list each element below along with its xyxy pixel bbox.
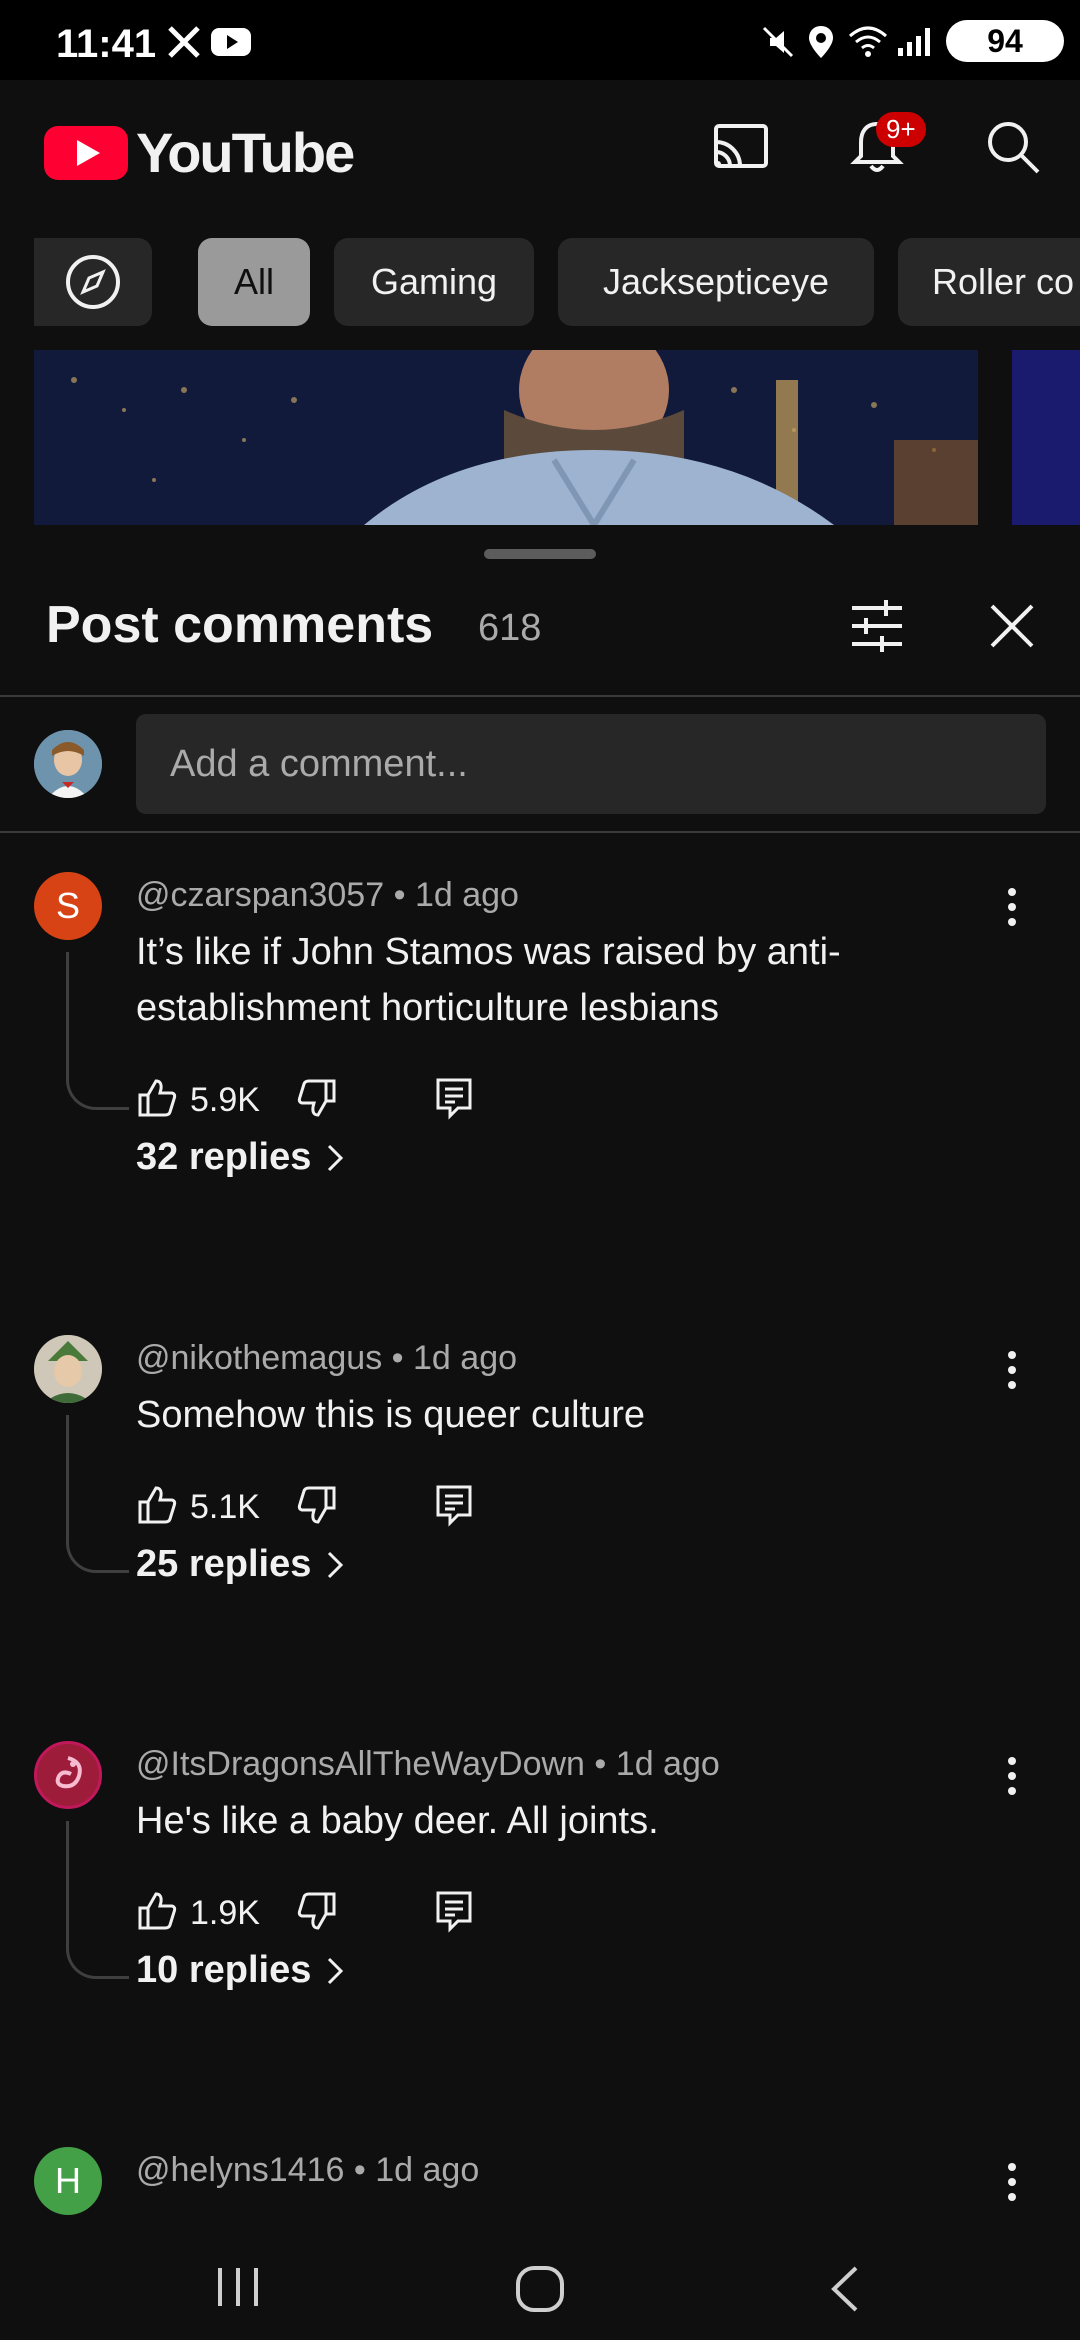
comments-sheet: Post comments 618 S @czarspan3057 • 1d a… — [0, 525, 1080, 2220]
dragon-avatar-icon — [55, 1756, 82, 1789]
thread-line — [66, 1415, 129, 1573]
like-count: 5.1K — [190, 1487, 260, 1526]
chip-roller-coaster[interactable]: Roller co — [898, 238, 1080, 326]
battery-indicator: 94 — [946, 20, 1064, 62]
chevron-right-icon — [328, 1551, 344, 1578]
replies-count: 32 replies — [136, 1136, 312, 1178]
back-icon[interactable] — [826, 2264, 862, 2319]
comment-meta: @nikothemagus • 1d ago — [136, 1339, 518, 1377]
comment-text: Somehow this is queer culture — [136, 1394, 646, 1436]
explore-chip[interactable] — [34, 238, 152, 326]
status-bar: 11:41 94 — [0, 0, 1080, 80]
signal-icon — [896, 24, 936, 65]
comment-count: 618 — [478, 607, 542, 649]
current-user-avatar[interactable] — [34, 730, 102, 798]
replies-count: 25 replies — [136, 1543, 312, 1585]
status-time: 11:41 — [56, 22, 157, 66]
system-nav-bar — [0, 2220, 1080, 2340]
sheet-title: Post comments — [46, 596, 434, 654]
comment-time: 1d ago — [615, 1745, 720, 1783]
like-count: 5.9K — [190, 1080, 260, 1119]
app-header: YouTube 9+ — [0, 80, 1080, 230]
chip-jacksepticeye[interactable]: Jacksepticeye — [558, 238, 874, 326]
comment-time: 1d ago — [375, 2151, 480, 2189]
mute-icon — [760, 24, 796, 65]
location-icon — [806, 24, 836, 65]
comment-meta: @czarspan3057 • 1d ago — [136, 876, 519, 914]
compass-icon — [66, 255, 120, 309]
comment-text: It’s like if John Stamos was raised by a… — [136, 931, 841, 1029]
comment-avatar[interactable] — [34, 1741, 102, 1809]
comment-more-icon[interactable] — [1000, 2157, 1024, 2207]
dislike-icon[interactable] — [296, 1890, 338, 1937]
youtube-notification-icon — [210, 24, 252, 65]
brand-name: YouTube — [136, 121, 355, 184]
comment-actions: 1.9K — [136, 1883, 474, 1943]
like-icon[interactable] — [136, 1484, 178, 1531]
comment-actions: 5.1K — [136, 1477, 474, 1537]
comment-avatar[interactable] — [34, 1335, 102, 1403]
chip-all[interactable]: All — [198, 238, 310, 326]
add-comment-input[interactable] — [136, 714, 1046, 814]
wifi-icon — [848, 24, 888, 65]
comment-avatar[interactable]: S — [34, 872, 102, 940]
reply-icon[interactable] — [434, 1889, 474, 1938]
comment-time: 1d ago — [413, 1339, 518, 1377]
avatar-letter: H — [55, 2160, 81, 2201]
comment-author[interactable]: @ItsDragonsAllTheWayDown — [136, 1745, 585, 1783]
close-icon[interactable] — [986, 600, 1038, 657]
avatar-image — [34, 1335, 102, 1403]
search-icon[interactable] — [982, 116, 1044, 183]
thread-line — [66, 1821, 129, 1979]
replies-count: 10 replies — [136, 1949, 312, 1991]
battery-level: 94 — [987, 22, 1023, 59]
comment-meta: @helyns1416 • 1d ago — [136, 2151, 480, 2189]
comment-author[interactable]: @helyns1416 — [136, 2151, 344, 2189]
comment-actions: 5.9K — [136, 1070, 474, 1130]
reply-icon[interactable] — [434, 1076, 474, 1125]
cast-icon[interactable] — [710, 116, 772, 183]
x-app-icon — [166, 24, 202, 65]
comment-text: He's like a baby deer. All joints. — [136, 1800, 659, 1842]
like-icon[interactable] — [136, 1077, 178, 1124]
comment-more-icon[interactable] — [1000, 1751, 1024, 1801]
comment-more-icon[interactable] — [1000, 882, 1024, 932]
filter-chips: All Gaming Jacksepticeye Roller co — [0, 230, 1080, 340]
chip-gaming[interactable]: Gaming — [334, 238, 534, 326]
home-icon[interactable] — [514, 2264, 566, 2319]
notification-badge: 9+ — [876, 112, 926, 147]
sort-filter-icon[interactable] — [846, 598, 908, 659]
comment-avatar[interactable]: H — [34, 2147, 102, 2215]
dislike-icon[interactable] — [296, 1077, 338, 1124]
next-video-thumbnail[interactable] — [1012, 350, 1080, 525]
thumbnail-image — [34, 350, 978, 525]
like-icon[interactable] — [136, 1890, 178, 1937]
drag-handle[interactable] — [484, 549, 596, 559]
view-replies-button[interactable]: 10 replies — [136, 1949, 345, 1992]
comment-author[interactable]: @nikothemagus — [136, 1339, 382, 1377]
avatar-letter: S — [55, 885, 80, 926]
reply-icon[interactable] — [434, 1483, 474, 1532]
chevron-right-icon — [328, 1957, 344, 1984]
view-replies-button[interactable]: 32 replies — [136, 1136, 345, 1179]
input-divider — [0, 831, 1080, 833]
header-divider — [0, 695, 1080, 697]
comment-meta: @ItsDragonsAllTheWayDown • 1d ago — [136, 1745, 720, 1783]
like-count: 1.9K — [190, 1893, 260, 1932]
comment-author[interactable]: @czarspan3057 — [136, 876, 384, 914]
recent-apps-icon[interactable] — [214, 2264, 262, 2315]
video-thumbnail[interactable] — [34, 350, 978, 525]
thread-line — [66, 952, 129, 1110]
youtube-logo[interactable]: YouTube — [44, 120, 355, 185]
view-replies-button[interactable]: 25 replies — [136, 1543, 345, 1586]
comment-more-icon[interactable] — [1000, 1345, 1024, 1395]
comment-time: 1d ago — [414, 876, 519, 914]
youtube-logo-icon — [44, 125, 128, 180]
chevron-right-icon — [328, 1144, 344, 1171]
dislike-icon[interactable] — [296, 1484, 338, 1531]
